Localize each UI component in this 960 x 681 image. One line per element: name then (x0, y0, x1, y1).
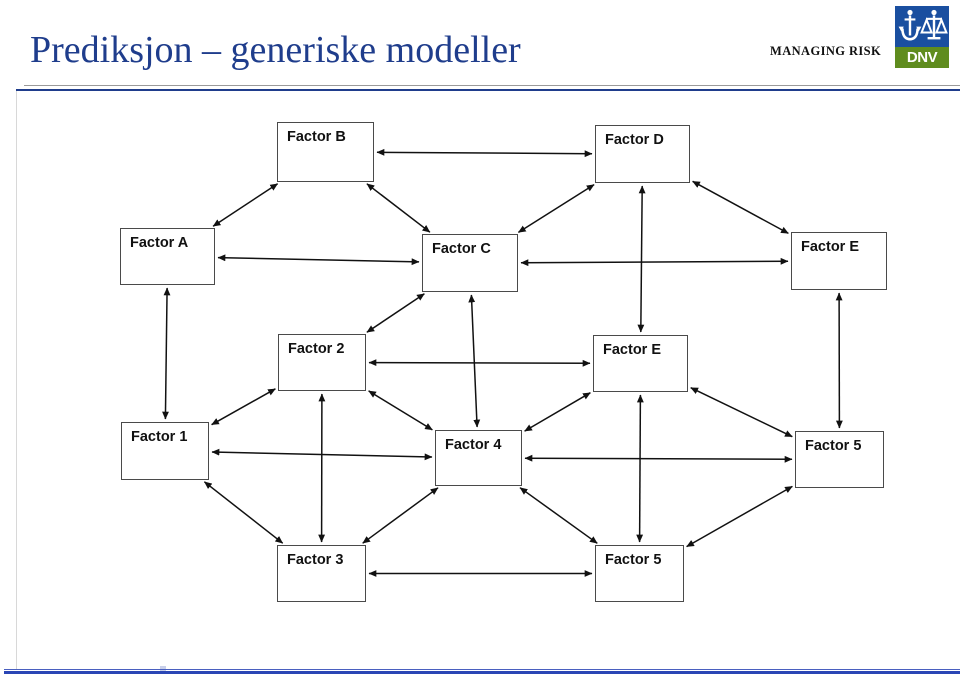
slide-canvas: Prediksjon – generiske modeller MANAGING… (0, 0, 960, 681)
anchor-and-scales-icon (898, 9, 948, 41)
factor-node-f5b: Factor 5 (595, 545, 684, 602)
diagram-edge (524, 454, 793, 463)
dnv-logo: MANAGING RISK DNV (770, 4, 950, 68)
factor-node-label: Factor C (432, 241, 491, 257)
factor-node-label: Factor 3 (287, 552, 344, 568)
diagram-edge (517, 183, 595, 234)
logo-emblem-block (895, 6, 949, 47)
diagram-edge (637, 185, 646, 333)
diagram-edge (368, 390, 433, 431)
diagram-edge (520, 257, 789, 267)
header-divider-blue (16, 89, 960, 91)
diagram-edge (692, 180, 789, 235)
diagram-edge (203, 481, 284, 544)
factor-node-label: Factor 4 (445, 437, 502, 453)
factor-node-label: Factor 2 (288, 341, 345, 357)
factor-node-label: Factor D (605, 132, 664, 148)
footer-divider-thin (4, 669, 960, 670)
diagram-edge (519, 487, 598, 544)
factor-node-f3: Factor 3 (277, 545, 366, 602)
factor-node-e2: Factor E (593, 335, 688, 392)
factor-node-label: Factor E (603, 342, 662, 358)
factor-node-label: Factor 5 (605, 552, 662, 568)
factor-node-e1: Factor E (791, 232, 887, 290)
logo-brand-text: DNV (906, 49, 938, 66)
diagram-edge (362, 487, 439, 544)
factor-node-c: Factor C (422, 234, 518, 292)
factor-node-b: Factor B (277, 122, 374, 182)
diagram-edge (366, 293, 425, 333)
scales-icon (920, 9, 948, 40)
diagram-edge (524, 392, 591, 432)
factor-node-label: Factor A (130, 235, 189, 251)
factor-node-label: Factor B (287, 129, 346, 145)
diagram-edge (217, 254, 420, 266)
diagram-edge (212, 183, 279, 227)
diagram-edge (376, 148, 593, 158)
diagram-edge (690, 387, 793, 438)
logo-tagline: MANAGING RISK (770, 44, 882, 58)
factor-node-f4: Factor 4 (435, 430, 522, 486)
factor-node-d: Factor D (595, 125, 690, 183)
diagram-edge (162, 287, 171, 420)
factor-network-diagram: Factor B Factor D Factor A Factor C Factor E… (0, 95, 960, 655)
header-divider-gray (24, 85, 960, 86)
factor-node-a: Factor A (120, 228, 215, 285)
diagram-edge (468, 294, 481, 428)
logo-wordmark-block: DNV (895, 47, 949, 68)
diagram-edge (368, 359, 591, 367)
diagram-edge (366, 183, 431, 233)
diagram-edge (686, 485, 793, 548)
diagram-edges-layer (162, 148, 843, 577)
anchor-icon (898, 9, 922, 41)
factor-node-f2: Factor 2 (278, 334, 366, 391)
page-title: Prediksjon – generiske modeller (30, 29, 521, 71)
factor-node-label: Factor 1 (131, 429, 188, 445)
diagram-edge (211, 388, 276, 426)
factor-node-label: Factor 5 (805, 438, 862, 454)
diagram-edge (636, 394, 644, 543)
dnv-logo-mark: DNV (895, 6, 949, 68)
footer-divider-blue (4, 671, 960, 674)
factor-node-label: Factor E (801, 239, 860, 255)
factor-node-f1: Factor 1 (121, 422, 209, 480)
factor-node-f5: Factor 5 (795, 431, 884, 488)
